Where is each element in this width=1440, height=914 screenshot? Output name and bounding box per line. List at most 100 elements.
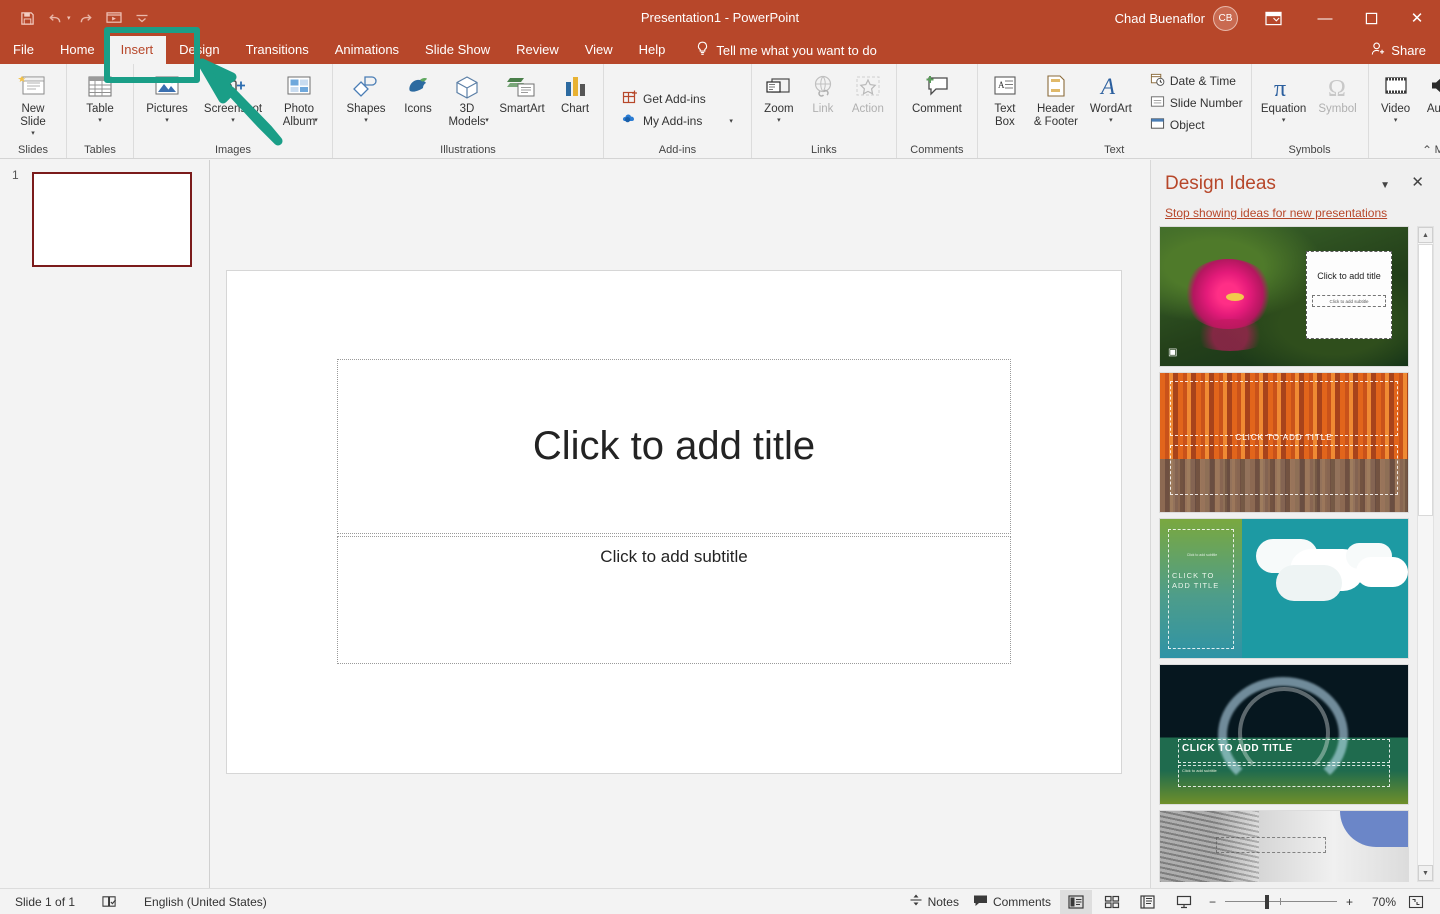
- tab-file[interactable]: File: [0, 36, 47, 64]
- design-idea-dark-green-arc[interactable]: CLICK TO ADD TITLE Click to add subtitle: [1159, 664, 1409, 805]
- header-footer-button[interactable]: Header& Footer: [1028, 67, 1084, 129]
- zoom-out-button[interactable]: −: [1204, 890, 1221, 914]
- notes-button[interactable]: Notes: [904, 890, 964, 914]
- chevron-down-icon[interactable]: ▾: [98, 117, 102, 124]
- table-button[interactable]: Table ▾: [71, 67, 129, 124]
- tab-design[interactable]: Design: [166, 36, 232, 64]
- chevron-down-icon[interactable]: ▾: [31, 130, 35, 137]
- shapes-label: Shapes: [346, 103, 385, 116]
- zoom-slider[interactable]: [1225, 890, 1337, 914]
- start-from-beginning-icon[interactable]: [101, 6, 127, 30]
- undo-icon[interactable]: [42, 6, 68, 30]
- chevron-down-icon[interactable]: ▾: [485, 117, 489, 124]
- close-icon[interactable]: ✕: [1411, 173, 1424, 191]
- audio-button[interactable]: Audio ▾: [1419, 67, 1440, 124]
- link-button[interactable]: Link: [802, 67, 844, 116]
- design-idea-orange-mosaic[interactable]: CLICK TO ADD TITLE: [1159, 372, 1409, 513]
- smartart-button[interactable]: SmartArt: [493, 67, 551, 116]
- spellcheck-icon[interactable]: [96, 890, 123, 914]
- tab-insert[interactable]: Insert: [108, 36, 167, 64]
- chevron-down-icon[interactable]: ▾: [314, 117, 318, 124]
- chevron-down-icon[interactable]: ▾: [165, 117, 169, 124]
- collapse-ribbon-button[interactable]: ⌃: [1422, 143, 1432, 157]
- chevron-down-icon[interactable]: ▾: [729, 118, 733, 125]
- tab-animations[interactable]: Animations: [322, 36, 412, 64]
- tab-review[interactable]: Review: [503, 36, 572, 64]
- save-icon[interactable]: [14, 6, 40, 30]
- undo-dropdown-icon[interactable]: ▾: [67, 14, 71, 22]
- date-time-button[interactable]: Date & Time: [1146, 70, 1247, 92]
- photo-album-button[interactable]: PhotoAlbum ▾: [270, 67, 328, 124]
- slide-number-button[interactable]: Slide Number: [1146, 92, 1247, 114]
- get-addins-button[interactable]: Get Add-ins: [618, 88, 710, 110]
- action-button[interactable]: Action: [844, 67, 892, 116]
- slide-show-view-button[interactable]: [1168, 890, 1200, 914]
- stop-showing-ideas-link[interactable]: Stop showing ideas for new presentations: [1165, 206, 1387, 220]
- redo-icon[interactable]: [73, 6, 99, 30]
- share-button[interactable]: Share: [1371, 36, 1426, 64]
- icons-button[interactable]: Icons: [395, 67, 441, 116]
- zoom-slider-handle[interactable]: [1265, 895, 1269, 909]
- chart-button[interactable]: Chart: [551, 67, 599, 116]
- chevron-down-icon[interactable]: ▾: [231, 117, 235, 124]
- pictures-button[interactable]: Pictures ▾: [138, 67, 196, 124]
- slide-sorter-view-button[interactable]: [1096, 890, 1128, 914]
- design-ideas-scrollbar[interactable]: ▲ ▼: [1417, 226, 1434, 882]
- tab-view[interactable]: View: [572, 36, 626, 64]
- slide-editing-surface[interactable]: Click to add title Click to add subtitle: [227, 271, 1121, 773]
- shapes-button[interactable]: Shapes ▾: [337, 67, 395, 124]
- fit-slide-to-window-button[interactable]: [1400, 890, 1432, 914]
- tab-slide-show[interactable]: Slide Show: [412, 36, 503, 64]
- account-name[interactable]: Chad Buenaflor: [1115, 11, 1205, 26]
- chevron-down-icon[interactable]: ▾: [1394, 117, 1398, 124]
- slide-count-label[interactable]: Slide 1 of 1: [10, 890, 80, 914]
- scrollbar-thumb[interactable]: [1418, 244, 1433, 516]
- title-placeholder[interactable]: Click to add title: [337, 359, 1011, 534]
- tab-help[interactable]: Help: [626, 36, 679, 64]
- scroll-up-icon[interactable]: ▲: [1418, 227, 1433, 243]
- text-box-button[interactable]: A TextBox: [982, 67, 1028, 129]
- object-button[interactable]: Object: [1146, 114, 1247, 136]
- chevron-down-icon[interactable]: ▾: [1282, 117, 1286, 124]
- comments-button[interactable]: Comments: [968, 890, 1056, 914]
- chevron-down-icon[interactable]: ▾: [364, 117, 368, 124]
- comment-button[interactable]: Comment: [901, 67, 973, 116]
- new-slide-button[interactable]: NewSlide ▾: [4, 67, 62, 137]
- slide-thumbnail-1[interactable]: [32, 172, 192, 267]
- chevron-down-icon[interactable]: ▾: [1109, 117, 1113, 124]
- close-button[interactable]: ✕: [1394, 0, 1440, 36]
- get-addins-label: Get Add-ins: [643, 92, 706, 106]
- zoom-button[interactable]: Zoom ▾: [756, 67, 802, 124]
- language-label[interactable]: English (United States): [139, 890, 272, 914]
- scroll-down-icon[interactable]: ▼: [1418, 865, 1433, 881]
- 3d-models-button[interactable]: 3DModels ▾: [441, 67, 493, 124]
- design-idea-teal-clouds[interactable]: CLICK TOADD TITLE Click to add subtitle: [1159, 518, 1409, 659]
- zoom-level-label[interactable]: 70%: [1362, 895, 1396, 909]
- design-idea-lotus-flower[interactable]: Click to add title Click to add subtitle…: [1159, 226, 1409, 367]
- avatar[interactable]: CB: [1213, 6, 1238, 31]
- symbol-button[interactable]: Ω Symbol: [1312, 67, 1364, 116]
- minimize-button[interactable]: —: [1302, 0, 1348, 36]
- normal-view-button[interactable]: [1060, 890, 1092, 914]
- zoom-in-button[interactable]: +: [1341, 890, 1358, 914]
- my-addins-button[interactable]: My Add-ins ▾: [618, 110, 737, 132]
- maximize-restore-button[interactable]: [1348, 0, 1394, 36]
- chevron-down-icon[interactable]: ▼: [1380, 180, 1390, 191]
- slide-canvas-pane: Click to add title Click to add subtitle: [211, 160, 1149, 888]
- customize-quick-access-toolbar-icon[interactable]: [129, 6, 155, 30]
- tell-me-search[interactable]: Tell me what you want to do: [678, 36, 876, 64]
- design-idea-title-text: Click to add title: [1312, 271, 1386, 282]
- ribbon-display-options-icon[interactable]: [1256, 0, 1290, 36]
- tab-home[interactable]: Home: [47, 36, 108, 64]
- tab-transitions[interactable]: Transitions: [233, 36, 322, 64]
- equation-button[interactable]: π Equation ▾: [1256, 67, 1312, 124]
- screenshot-button[interactable]: Screenshot ▾: [196, 67, 270, 124]
- chevron-down-icon[interactable]: ▾: [777, 117, 781, 124]
- design-ideas-list: Click to add title Click to add subtitle…: [1159, 226, 1411, 882]
- reading-view-button[interactable]: [1132, 890, 1164, 914]
- design-idea-grey-texture[interactable]: [1159, 810, 1409, 882]
- wordart-button[interactable]: A WordArt ▾: [1084, 67, 1138, 124]
- wordart-icon: A: [1098, 71, 1124, 103]
- video-button[interactable]: Video ▾: [1373, 67, 1419, 124]
- subtitle-placeholder[interactable]: Click to add subtitle: [337, 536, 1011, 664]
